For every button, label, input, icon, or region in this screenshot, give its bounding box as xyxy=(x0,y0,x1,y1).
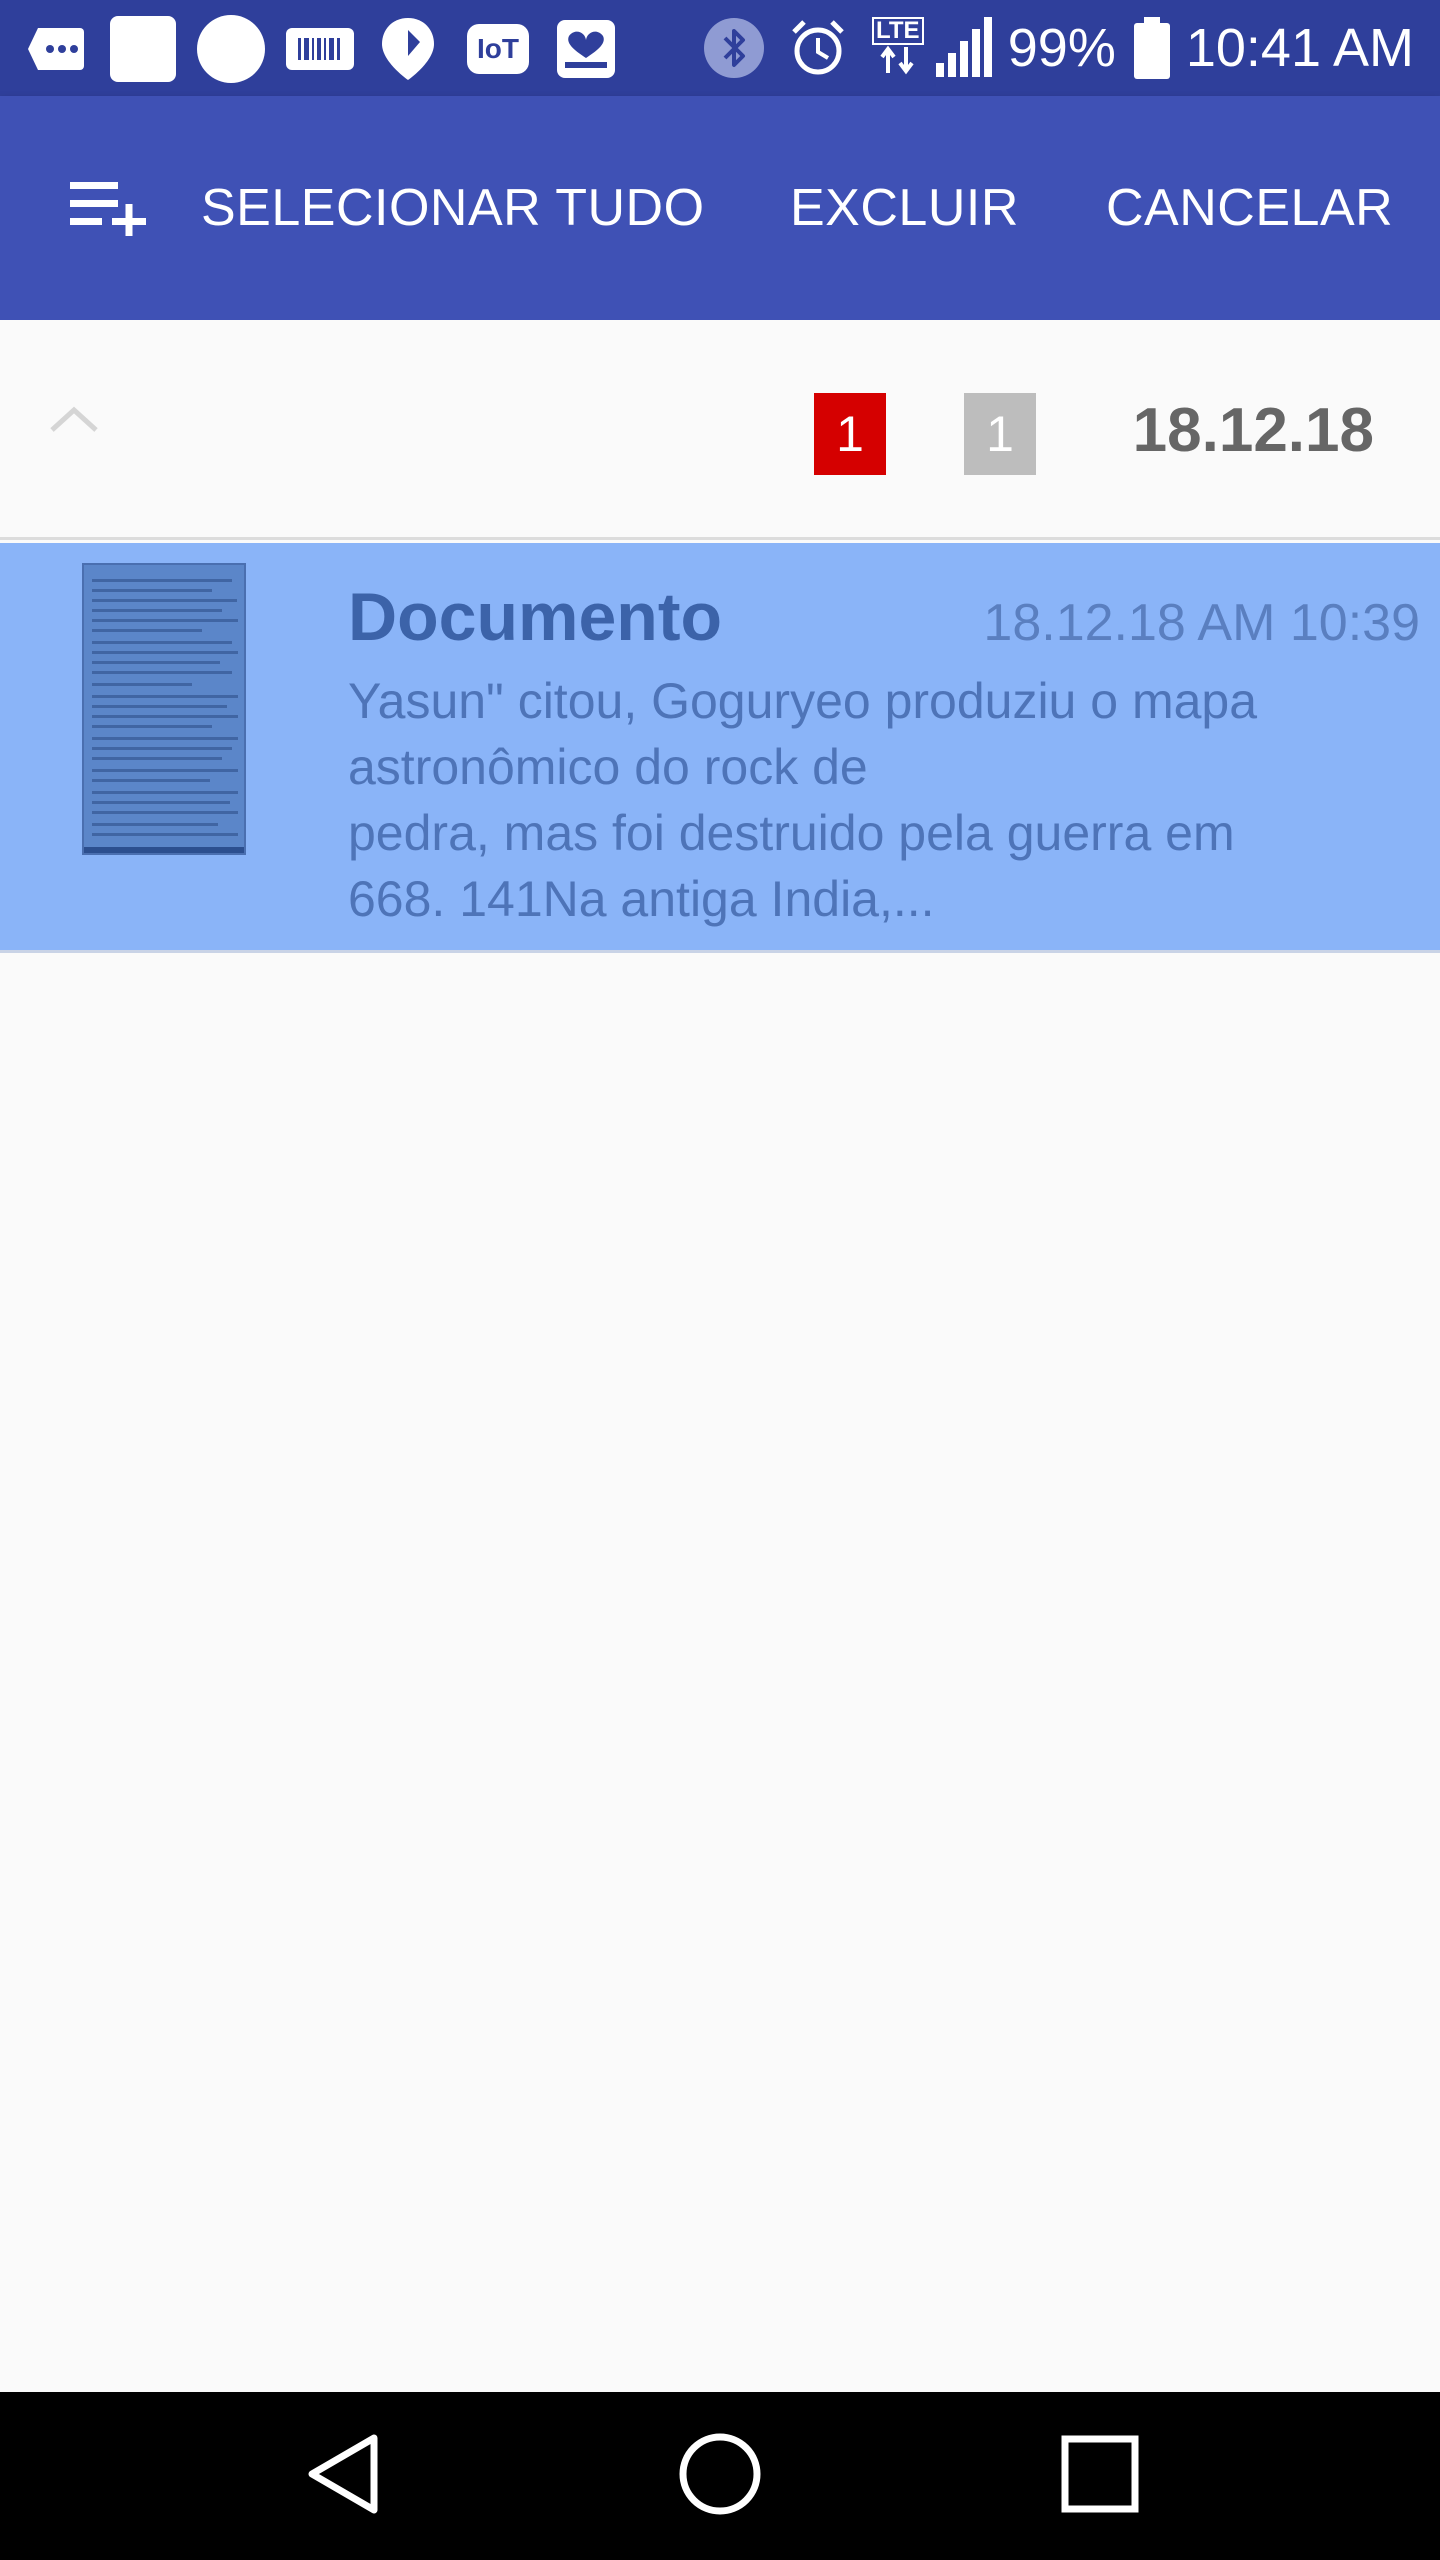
status-system-icons: LTE 99% 10:41 AM xyxy=(702,0,1440,96)
select-all-label: SELECIONAR TUDO xyxy=(201,179,705,237)
gallery-icon xyxy=(554,18,618,80)
date-group-header[interactable]: 1 1 18.12.18 xyxy=(0,320,1440,540)
chat-icon xyxy=(26,18,86,80)
preview-line: pedra, mas foi destruido pela guerra em xyxy=(348,805,1235,861)
delete-button[interactable]: EXCLUIR xyxy=(780,96,1029,320)
selected-count-badge: 1 xyxy=(814,393,886,475)
alarm-icon xyxy=(788,18,848,78)
iot-icon: IoT xyxy=(466,18,530,80)
total-count-badge: 1 xyxy=(964,393,1036,475)
chevron-up-icon[interactable] xyxy=(46,400,102,440)
bluetooth-icon xyxy=(702,16,766,80)
battery-percent: 99% xyxy=(1007,18,1116,78)
document-timestamp: 18.12.18 AM 10:39 xyxy=(983,594,1420,652)
barcode-icon xyxy=(284,18,356,80)
document-thumbnail xyxy=(82,563,246,855)
recents-button[interactable] xyxy=(1020,2392,1180,2560)
group-date: 18.12.18 xyxy=(1132,395,1374,465)
select-all-button[interactable]: SELECIONAR TUDO xyxy=(0,96,744,320)
signal-icon xyxy=(934,17,996,79)
circle-icon xyxy=(196,15,266,83)
document-list-item[interactable]: Documento 18.12.18 AM 10:39 Yasun" citou… xyxy=(0,543,1440,953)
back-button[interactable] xyxy=(262,2392,422,2560)
preview-line: astronômico do rock de xyxy=(348,739,868,795)
preview-line: 668. 141Na antiga India,... xyxy=(348,871,935,927)
status-bar: IoT LTE 99% 10:41 AM xyxy=(0,0,1440,96)
battery-icon xyxy=(1132,17,1172,79)
lte-icon: LTE xyxy=(870,17,926,79)
navigation-bar xyxy=(0,2392,1440,2560)
playlist-add-icon xyxy=(66,176,150,238)
back-icon xyxy=(304,2432,380,2520)
network-label: LTE xyxy=(871,17,924,45)
square-icon xyxy=(108,16,178,82)
map-pin-icon xyxy=(378,18,438,80)
document-title: Documento xyxy=(348,579,722,655)
cancel-button[interactable]: CANCELAR xyxy=(1096,96,1403,320)
document-preview: Yasun" citou, Goguryeo produziu o mapa a… xyxy=(348,668,1408,932)
selection-app-bar: SELECIONAR TUDO EXCLUIR CANCELAR xyxy=(0,96,1440,320)
preview-line: Yasun" citou, Goguryeo produziu o mapa xyxy=(348,673,1258,729)
home-icon xyxy=(678,2432,762,2520)
home-button[interactable] xyxy=(640,2392,800,2560)
status-time: 10:41 AM xyxy=(1185,18,1414,78)
recents-icon xyxy=(1060,2434,1140,2518)
